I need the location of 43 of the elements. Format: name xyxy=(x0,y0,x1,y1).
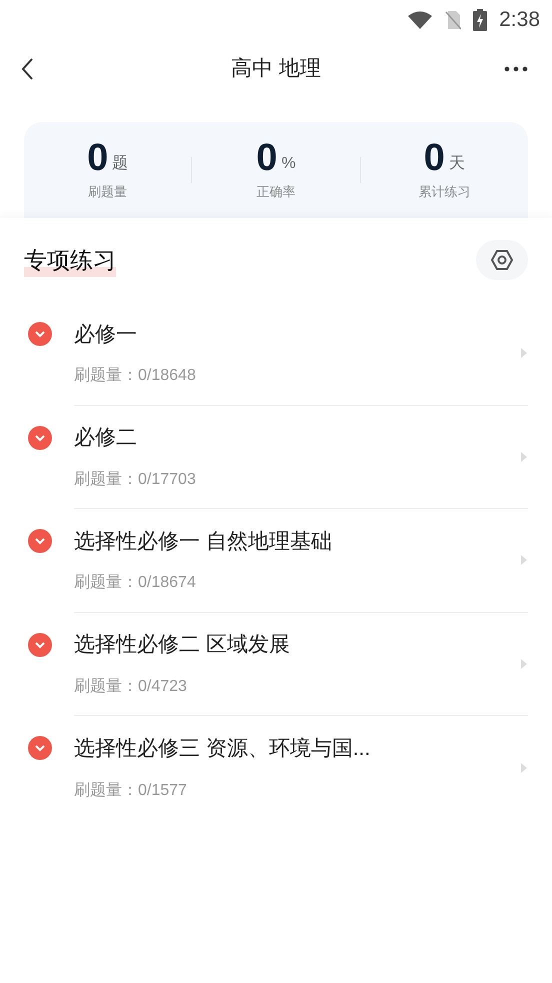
question-count: 刷题量：0/18648 xyxy=(74,366,197,386)
expand-icon xyxy=(28,632,52,656)
page-title: 高中 地理 xyxy=(231,56,321,82)
status-time: 2:38 xyxy=(499,7,540,34)
chapter-item[interactable]: 必修二 刷题量：0/17703 xyxy=(0,406,552,509)
question-count: 刷题量：0/1577 xyxy=(74,780,188,800)
chevron-right-icon xyxy=(520,658,528,670)
chapter-item[interactable]: 选择性必修三 资源、环境与国... 刷题量：0/1577 xyxy=(0,716,552,820)
chapter-title: 选择性必修三 资源、环境与国... xyxy=(74,736,372,762)
chevron-right-icon xyxy=(520,450,528,463)
stat-value: 0 xyxy=(87,138,108,178)
chapter-item[interactable]: 必修一 刷题量：0/18648 xyxy=(0,302,552,406)
expand-icon xyxy=(28,322,52,346)
wifi-icon xyxy=(407,10,434,30)
expand-icon xyxy=(28,736,52,760)
stat-label: 正确率 xyxy=(256,183,296,202)
stat-unit: % xyxy=(281,154,296,174)
settings-button[interactable] xyxy=(476,240,528,280)
question-count: 刷题量：0/17703 xyxy=(74,470,197,490)
chapter-item[interactable]: 选择性必修二 区域发展 刷题量：0/4723 xyxy=(0,612,552,716)
more-icon xyxy=(504,66,528,72)
expand-icon xyxy=(28,426,52,450)
stat-label: 刷题量 xyxy=(88,183,128,202)
stat-value: 0 xyxy=(424,138,445,178)
chapter-title: 选择性必修二 区域发展 xyxy=(74,632,291,658)
stat-value: 0 xyxy=(256,138,278,178)
back-icon xyxy=(20,57,34,81)
chevron-right-icon xyxy=(520,554,528,566)
expand-icon xyxy=(28,529,52,553)
stat-unit: 题 xyxy=(112,154,128,174)
question-count: 刷题量：0/4723 xyxy=(74,676,188,696)
chapter-title: 必修二 xyxy=(74,425,138,451)
stat-label: 累计练习 xyxy=(418,183,470,202)
hexagon-icon xyxy=(490,248,514,272)
chapter-title: 选择性必修一 自然地理基础 xyxy=(74,528,333,554)
no-sim-icon xyxy=(445,10,462,30)
stat-unit: 天 xyxy=(448,154,465,174)
battery-charging-icon xyxy=(473,9,488,31)
chapter-title: 必修一 xyxy=(74,322,138,348)
chevron-right-icon xyxy=(520,347,528,360)
question-count: 刷题量：0/18674 xyxy=(74,573,197,593)
chapter-item[interactable]: 选择性必修一 自然地理基础 刷题量：0/18674 xyxy=(0,509,552,612)
chevron-right-icon xyxy=(520,762,528,774)
